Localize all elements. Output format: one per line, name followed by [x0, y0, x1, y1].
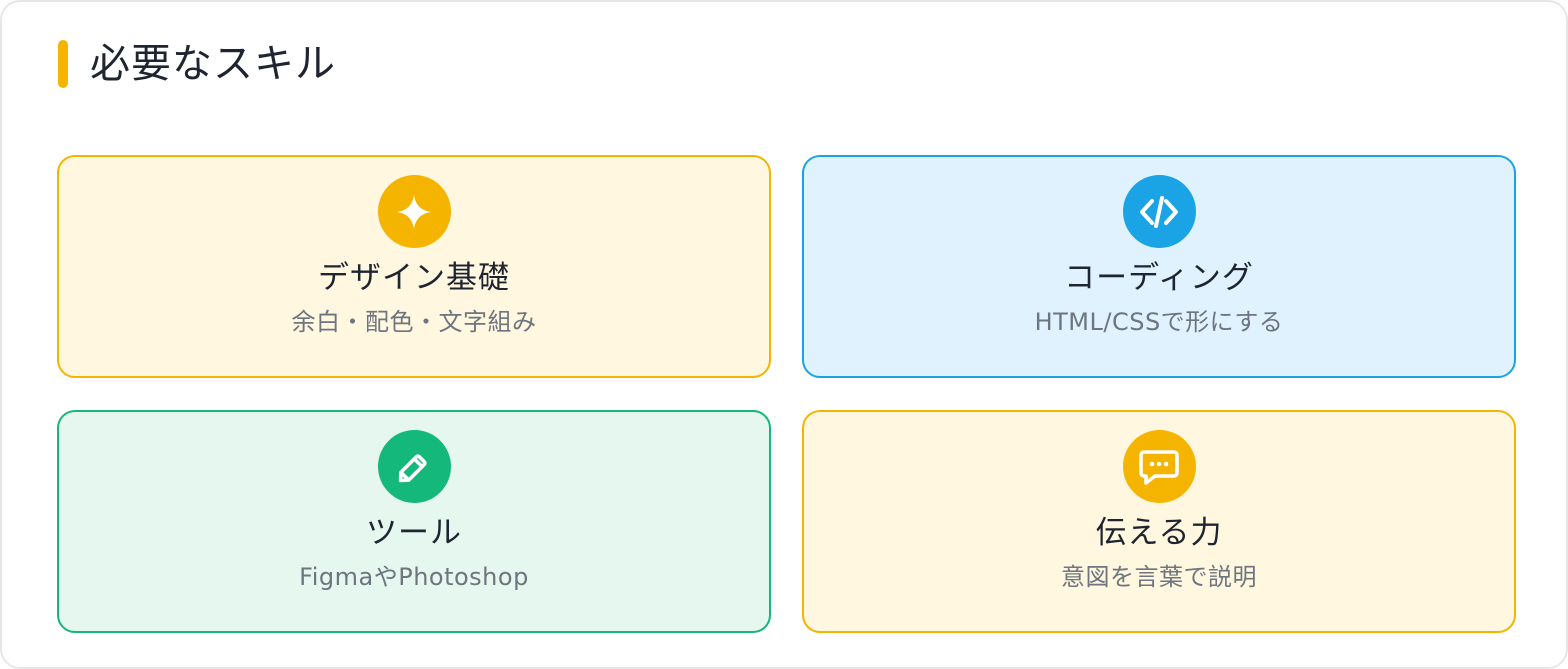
skill-card-subtitle: 余白・配色・文字組み [291, 308, 537, 336]
skill-card-subtitle: FigmaやPhotoshop [299, 563, 529, 591]
skills-panel: 必要なスキル デザイン基礎 余白・配色・文字組み コーディング HTML/CSS… [0, 0, 1568, 669]
sparkle-icon [377, 175, 451, 248]
chat-bubble-icon [1122, 430, 1196, 503]
skill-card-title: コーディング [1064, 260, 1254, 296]
section-header: 必要なスキル [58, 38, 336, 90]
skill-card-subtitle: HTML/CSSで形にする [1034, 308, 1284, 336]
code-icon [1122, 175, 1196, 248]
skill-card-design: デザイン基礎 余白・配色・文字組み [57, 155, 771, 378]
pencil-icon [377, 430, 451, 503]
skill-card-title: 伝える力 [1095, 515, 1223, 551]
skill-card-title: ツール [366, 515, 462, 551]
skill-card-title: デザイン基礎 [318, 260, 510, 296]
skill-card-communication: 伝える力 意図を言葉で説明 [802, 410, 1516, 633]
section-title: 必要なスキル [90, 41, 336, 87]
skill-card-tools: ツール FigmaやPhotoshop [57, 410, 771, 633]
skill-card-subtitle: 意図を言葉で説明 [1061, 563, 1257, 591]
title-accent-bar [58, 40, 68, 88]
skill-card-coding: コーディング HTML/CSSで形にする [802, 155, 1516, 378]
